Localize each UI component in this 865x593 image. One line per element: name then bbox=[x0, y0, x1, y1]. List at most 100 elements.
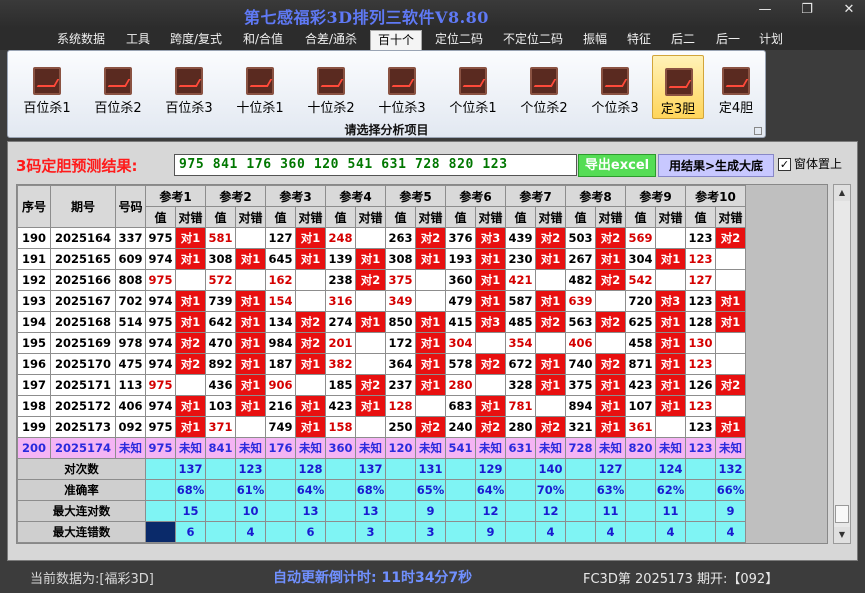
menu-item-8[interactable]: 振幅 bbox=[577, 30, 613, 50]
table-row[interactable]: 198 2025172 406 974 对1 103 对1 216 对1 423 对1 128 683 对… bbox=[17, 395, 746, 417]
prediction-value: 541 bbox=[445, 437, 476, 459]
table-row[interactable]: 196 2025170 475 974 对2 892 对1 187 对1 382 364 对1 578 对… bbox=[17, 353, 746, 375]
stat-spacer bbox=[145, 458, 176, 480]
ref-header-9: 参考9 bbox=[625, 185, 686, 207]
on-top-label: 窗体置上 bbox=[794, 157, 843, 171]
prediction-row[interactable]: 200 2025174 未知 975 未知 841 未知 176 未知 360 未知 120 未知 541… bbox=[17, 437, 746, 459]
ref-value-cell: 123 bbox=[685, 227, 716, 249]
ref-value-cell: 458 bbox=[625, 332, 656, 354]
ref-value-cell: 328 bbox=[505, 374, 536, 396]
on-top-checkbox[interactable]: ✓ 窗体置上 bbox=[778, 155, 842, 172]
maximize-button[interactable]: ❐ bbox=[794, 2, 820, 17]
ref-result-cell: 对2 bbox=[175, 353, 206, 375]
menu-item-4[interactable]: 合差/通杀 bbox=[298, 30, 364, 50]
ref-result-cell: 对1 bbox=[715, 290, 746, 312]
menu-item-0[interactable]: 系统数据 bbox=[51, 30, 111, 50]
table-row[interactable]: 190 2025164 337 975 对1 581 127 对1 248 263 对2 376 对3 4… bbox=[17, 227, 746, 249]
scroll-down-icon[interactable]: ▼ bbox=[834, 527, 850, 543]
ref-value-cell: 230 bbox=[505, 248, 536, 270]
scroll-up-icon[interactable]: ▲ bbox=[834, 185, 850, 201]
table-row[interactable]: 197 2025171 113 975 436 对1 906 185 对2 237 对1 280 328… bbox=[17, 374, 746, 396]
ribbon-button-9[interactable]: 定3胆 bbox=[652, 55, 704, 119]
value-subheader: 值 bbox=[145, 206, 176, 228]
stat-spacer bbox=[685, 458, 716, 480]
ref-value-cell: 128 bbox=[385, 395, 416, 417]
menu-bar: 系统数据 工具 跨度/复式 和/合值 合差/通杀 百十个 定位二码 不定位二码 振幅 特征 后二 后一… bbox=[0, 28, 865, 50]
menu-item-1[interactable]: 工具 bbox=[120, 30, 156, 50]
ref-result-cell: 对2 bbox=[415, 416, 446, 438]
ribbon-button-5[interactable]: 十位杀3 bbox=[370, 55, 434, 119]
menu-item-11[interactable]: 后一 bbox=[710, 30, 746, 50]
stat-value: 4 bbox=[655, 521, 686, 543]
ref-value-cell: 238 bbox=[325, 269, 356, 291]
ref-header-5: 参考5 bbox=[385, 185, 446, 207]
ribbon-button-8[interactable]: 个位杀3 bbox=[583, 55, 647, 119]
ref-result-cell: 对1 bbox=[295, 395, 326, 417]
ref-value-cell: 892 bbox=[205, 353, 236, 375]
table-row[interactable]: 199 2025173 092 975 对1 371 749 对1 158 250 对2 240 对2 2… bbox=[17, 416, 746, 438]
close-button[interactable]: ✕ bbox=[836, 2, 862, 17]
ref-value-cell: 439 bbox=[505, 227, 536, 249]
ref-value-cell: 274 bbox=[325, 311, 356, 333]
stat-value: 9 bbox=[415, 500, 446, 522]
vertical-scrollbar[interactable]: ▲ ▼ bbox=[833, 184, 851, 544]
ref-value-cell: 280 bbox=[505, 416, 536, 438]
menu-item-9[interactable]: 特征 bbox=[621, 30, 657, 50]
ribbon-button-4[interactable]: 十位杀2 bbox=[299, 55, 363, 119]
value-subheader: 值 bbox=[265, 206, 296, 228]
scroll-thumb[interactable] bbox=[835, 505, 849, 523]
row-seq: 200 bbox=[17, 437, 51, 459]
row-seq: 191 bbox=[17, 248, 51, 270]
stat-spacer bbox=[445, 521, 476, 543]
ribbon-button-10[interactable]: 定4胆 bbox=[710, 55, 762, 119]
menu-item-5[interactable]: 百十个 bbox=[370, 30, 422, 50]
result-subheader: 对错 bbox=[595, 206, 626, 228]
ref-value-cell: 123 bbox=[685, 248, 716, 270]
table-row[interactable]: 193 2025167 702 974 对1 739 对1 154 316 349 479 对1 587… bbox=[17, 290, 746, 312]
ribbon-expand-icon[interactable] bbox=[754, 127, 762, 135]
stat-value: 9 bbox=[715, 500, 746, 522]
menu-item-3[interactable]: 和/合值 bbox=[237, 30, 289, 50]
menu-item-12[interactable]: 计划 bbox=[753, 30, 789, 50]
table-row[interactable]: 194 2025168 514 975 对1 642 对1 134 对2 274 对1 850 对1 41… bbox=[17, 311, 746, 333]
minimize-button[interactable]: — bbox=[752, 2, 778, 17]
stat-spacer bbox=[385, 458, 416, 480]
ribbon-button-2[interactable]: 百位杀3 bbox=[157, 55, 221, 119]
stat-spacer bbox=[685, 500, 716, 522]
checkbox-check-icon[interactable]: ✓ bbox=[778, 158, 791, 171]
prediction-value: 975 bbox=[145, 437, 176, 459]
ref-value-cell: 123 bbox=[685, 353, 716, 375]
ref-result-cell: 对1 bbox=[235, 353, 266, 375]
menu-item-2[interactable]: 跨度/复式 bbox=[164, 30, 228, 50]
table-row[interactable]: 195 2025169 978 974 对2 470 对1 984 对2 201 172 对1 304 3… bbox=[17, 332, 746, 354]
ribbon-button-0[interactable]: 百位杀1 bbox=[15, 55, 79, 119]
stat-value: 132 bbox=[715, 458, 746, 480]
menu-item-10[interactable]: 后二 bbox=[665, 30, 701, 50]
stat-spacer bbox=[265, 479, 296, 501]
menu-item-7[interactable]: 不定位二码 bbox=[497, 30, 569, 50]
menu-item-6[interactable]: 定位二码 bbox=[429, 30, 489, 50]
ref-result-cell: 对2 bbox=[715, 227, 746, 249]
ref-value-cell: 187 bbox=[265, 353, 296, 375]
ribbon-button-6[interactable]: 个位杀1 bbox=[441, 55, 505, 119]
result-subheader: 对错 bbox=[295, 206, 326, 228]
stat-value: 15 bbox=[175, 500, 206, 522]
ribbon-button-3[interactable]: 十位杀1 bbox=[228, 55, 292, 119]
stat-value: 129 bbox=[475, 458, 506, 480]
row-seq: 197 bbox=[17, 374, 51, 396]
ribbon-button-1[interactable]: 百位杀2 bbox=[86, 55, 150, 119]
prediction-result-field[interactable]: 975 841 176 360 120 541 631 728 820 123 bbox=[174, 154, 577, 176]
ref-value-cell: 974 bbox=[145, 332, 176, 354]
ref-value-cell: 984 bbox=[265, 332, 296, 354]
row-issue: 2025171 bbox=[50, 374, 116, 396]
table-row[interactable]: 192 2025166 808 975 572 162 238 对2 375 360 对1 421 48… bbox=[17, 269, 746, 291]
ribbon-button-label: 十位杀1 bbox=[236, 101, 284, 116]
ref-result-cell: 对1 bbox=[475, 290, 506, 312]
generate-base-button[interactable]: 用结果>生成大底 bbox=[658, 154, 774, 177]
export-excel-button[interactable]: 导出excel bbox=[578, 154, 656, 177]
ribbon-button-7[interactable]: 个位杀2 bbox=[512, 55, 576, 119]
ref-value-cell: 975 bbox=[145, 374, 176, 396]
ref-result-cell bbox=[535, 395, 566, 417]
table-row[interactable]: 191 2025165 609 974 对1 308 对1 645 对1 139 对1 308 对1 19… bbox=[17, 248, 746, 270]
stat-spacer bbox=[205, 479, 236, 501]
